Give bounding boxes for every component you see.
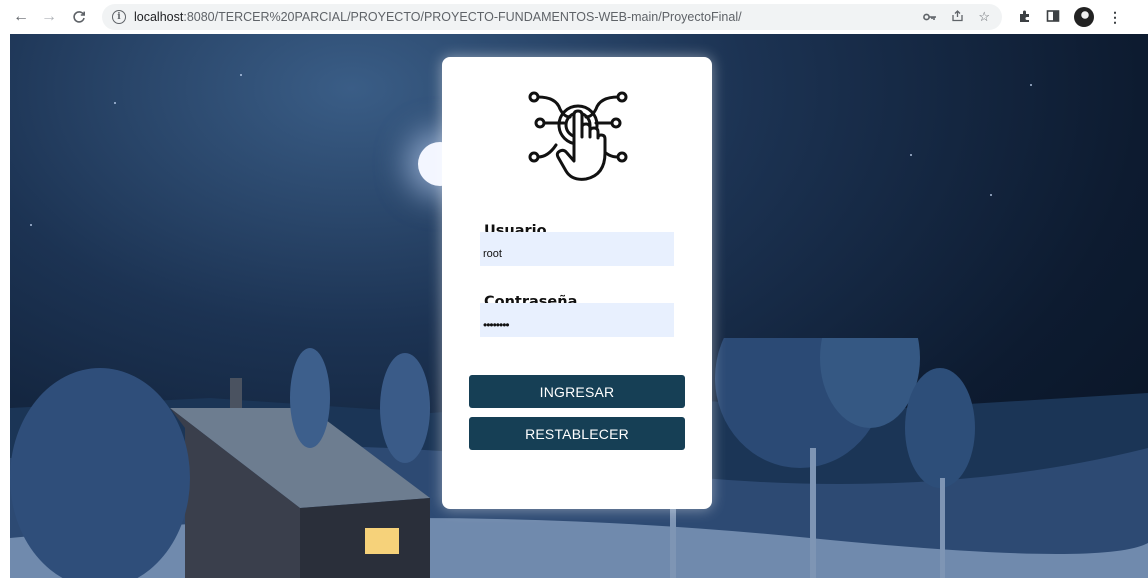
extensions-icon[interactable]	[1018, 9, 1032, 26]
back-arrow-icon[interactable]: ←	[10, 6, 32, 28]
login-card: Usuario Contraseña INGRESAR RESTABLECER	[442, 57, 712, 509]
star-decoration	[1030, 84, 1032, 86]
menu-icon[interactable]: ⋮	[1108, 9, 1122, 26]
star-decoration	[990, 194, 992, 196]
address-bar[interactable]: i localhost:8080/TERCER%20PARCIAL/PROYEC…	[102, 4, 1002, 30]
username-input[interactable]	[480, 232, 674, 266]
info-icon[interactable]: i	[112, 10, 126, 24]
forward-arrow-icon[interactable]: →	[38, 6, 60, 28]
sidepanel-icon[interactable]	[1046, 9, 1060, 26]
url-path: :8080/TERCER%20PARCIAL/PROYECTO/PROYECTO…	[183, 10, 742, 24]
star-decoration	[30, 224, 32, 226]
star-icon[interactable]: ☆	[978, 9, 990, 25]
password-input[interactable]	[480, 303, 674, 337]
touch-circuit-icon	[528, 91, 628, 181]
login-submit-button[interactable]: INGRESAR	[469, 375, 685, 408]
star-decoration	[240, 74, 242, 76]
profile-avatar[interactable]	[1074, 7, 1094, 27]
reset-button[interactable]: RESTABLECER	[469, 417, 685, 450]
key-icon[interactable]	[923, 10, 937, 25]
page-background: Usuario Contraseña INGRESAR RESTABLECER	[10, 34, 1148, 578]
share-icon[interactable]	[951, 9, 964, 25]
star-decoration	[114, 102, 116, 104]
url-host: localhost	[134, 10, 184, 24]
browser-toolbar: ← → i localhost:8080/TERCER%20PARCIAL/PR…	[0, 0, 1148, 34]
reload-icon[interactable]	[68, 6, 90, 28]
star-decoration	[910, 154, 912, 156]
